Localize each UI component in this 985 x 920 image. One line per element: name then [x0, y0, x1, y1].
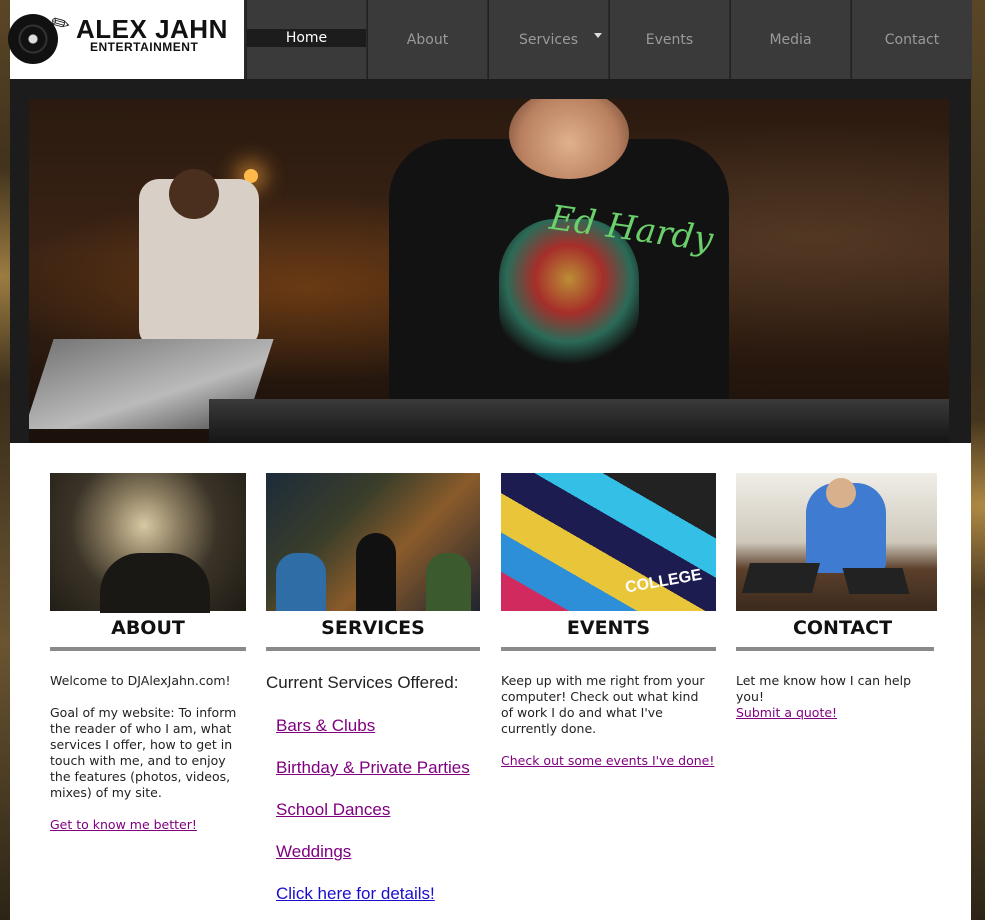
nav-home[interactable]: Home [246, 0, 366, 79]
nav-home-label: Home [285, 30, 328, 46]
events-divider [501, 647, 716, 651]
contact-body: Let me know how I can help you! [736, 673, 912, 704]
contact-title: CONTACT [792, 617, 893, 639]
hero-person-left-face [169, 169, 219, 219]
about-intro: Welcome to DJAlexJahn.com! [50, 673, 231, 688]
page-container: ✎ ALEX JAHN ENTERTAINMENT Home About Ser… [8, 0, 972, 920]
contact-thumb-laptop-1 [741, 563, 821, 593]
about-link[interactable]: Get to know me better! [50, 817, 197, 832]
nav-services-label: Services [518, 31, 579, 48]
events-thumbnail[interactable]: COLLEGE [501, 473, 716, 611]
nav-contact-label: Contact [884, 31, 940, 48]
services-divider [266, 647, 480, 651]
services-heading: Current Services Offered: [266, 673, 459, 692]
events-title: EVENTS [566, 617, 651, 639]
nav-about-label: About [406, 31, 449, 48]
nav-services[interactable]: Services [488, 0, 608, 79]
contact-divider [736, 647, 934, 651]
contact-thumb-laptop-2 [842, 568, 910, 594]
nav-events-label: Events [645, 31, 694, 48]
hero-image: Ed Hardy [29, 99, 949, 443]
service-link-bars-clubs[interactable]: Bars & Clubs [276, 716, 375, 736]
services-thumb-figure-1 [276, 553, 326, 611]
nav-media[interactable]: Media [730, 0, 850, 79]
main-nav: Home About Services Events Media Contact [246, 0, 972, 79]
about-thumb-figure [100, 553, 210, 613]
service-link-weddings[interactable]: Weddings [276, 842, 351, 862]
nav-about[interactable]: About [367, 0, 487, 79]
chevron-down-icon [594, 33, 602, 38]
nav-events[interactable]: Events [609, 0, 729, 79]
site-logo[interactable]: ✎ ALEX JAHN ENTERTAINMENT [8, 0, 244, 79]
services-thumb-figure-3 [426, 553, 471, 611]
service-link-school-dances[interactable]: School Dances [276, 800, 390, 820]
about-title: ABOUT [111, 617, 185, 639]
events-thumb-caption: COLLEGE [623, 566, 703, 597]
nav-media-label: Media [769, 31, 812, 48]
about-thumbnail[interactable] [50, 473, 246, 613]
contact-link[interactable]: Submit a quote! [736, 705, 837, 720]
nav-contact[interactable]: Contact [851, 0, 972, 79]
hero-dj-mixer [209, 399, 949, 443]
events-link[interactable]: Check out some events I've done! [501, 753, 714, 768]
about-body: Goal of my website: To inform the reader… [50, 705, 237, 800]
site-header: ✎ ALEX JAHN ENTERTAINMENT Home About Ser… [8, 0, 972, 79]
logo-subtitle: ENTERTAINMENT [90, 40, 199, 54]
content-area: ABOUT Welcome to DJAlexJahn.com! Goal of… [10, 443, 971, 920]
contact-thumb-face [826, 478, 856, 508]
events-body: Keep up with me right from your computer… [501, 673, 705, 736]
service-link-birthday-parties[interactable]: Birthday & Private Parties [276, 758, 470, 778]
services-details-link[interactable]: Click here for details! [276, 884, 435, 904]
contact-thumbnail[interactable] [736, 473, 937, 611]
services-thumb-figure-2 [356, 533, 396, 611]
about-divider [50, 647, 246, 651]
services-title: SERVICES [321, 617, 425, 639]
services-thumbnail[interactable] [266, 473, 480, 611]
